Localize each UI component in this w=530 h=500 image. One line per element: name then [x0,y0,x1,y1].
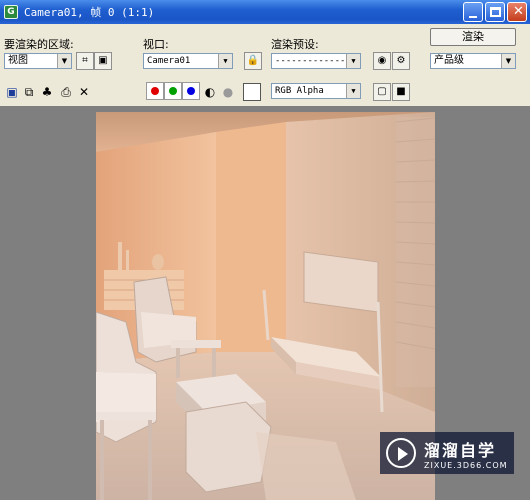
print-icon[interactable]: ⎙ [58,84,74,100]
maximize-icon [490,7,501,17]
edit-region-icon: ⌗ [82,55,88,66]
close-icon: ✕ [513,4,524,19]
red-channel-toggle[interactable] [146,82,164,100]
minimize-button[interactable] [463,2,483,22]
image-toolbar: ▣ ⧉ ♣ ⎙ ✕ ◐ ● RGB Alpha ▼ ▢ ■ [0,81,530,103]
monochrome-icon[interactable]: ● [220,84,236,100]
render-settings-panel: 要渲染的区域: 视图 ▼ ⌗ ▣ 视口: Camera01 ▼ 🔒 渲染预设: … [0,24,530,106]
chevron-down-icon: ▼ [501,54,515,68]
blue-channel-toggle[interactable] [182,82,200,100]
chevron-down-icon: ▼ [346,84,360,98]
play-logo-icon [386,438,416,468]
teapot-icon: ◉ [377,55,387,66]
alpha-channel-icon[interactable]: ◐ [202,84,218,100]
quality-select-value: 产品级 [434,55,464,66]
3dsmax-icon: G [4,5,18,19]
channel-select[interactable]: RGB Alpha ▼ [271,83,361,99]
gear-icon: ⚙ [396,55,406,66]
display-icon: ■ [396,86,406,97]
area-select[interactable]: 视图 ▼ [4,53,72,69]
quality-select[interactable]: 产品级 ▼ [430,53,516,69]
area-select-value: 视图 [8,55,28,66]
edit-region-button[interactable]: ⌗ [76,52,94,70]
lock-icon: 🔒 [246,55,260,66]
render-setup-button[interactable]: ◉ [373,52,391,70]
chevron-down-icon: ▼ [346,54,360,68]
preset-label: 渲染预设: [271,38,319,51]
chevron-down-icon: ▼ [57,54,71,68]
viewport-label: 视口: [143,38,169,51]
copy-icon[interactable]: ⧉ [21,84,37,100]
close-button[interactable]: ✕ [507,2,527,22]
maximize-button[interactable] [485,2,505,22]
title-bar: G Camera01, 帧 0 (1:1) ✕ [0,0,530,24]
area-label: 要渲染的区域: [4,38,74,51]
watermark: 溜溜自学 ZIXUE.3D66.COM [380,432,514,474]
green-channel-toggle[interactable] [164,82,182,100]
render-button[interactable]: 渲染 [430,28,516,46]
auto-region-icon: ▣ [98,55,108,66]
watermark-name: 溜溜自学 [424,440,497,460]
channel-select-value: RGB Alpha [275,86,324,96]
clear-icon[interactable]: ✕ [76,84,92,100]
environment-button[interactable]: ⚙ [392,52,410,70]
viewport-select-value: Camera01 [147,56,191,66]
auto-region-button[interactable]: ▣ [94,52,112,70]
viewport-select[interactable]: Camera01 ▼ [143,53,233,69]
green-dot-icon [169,87,177,95]
watermark-url: ZIXUE.3D66.COM [424,460,508,470]
red-dot-icon [151,87,159,95]
color-swatch[interactable] [243,83,261,101]
save-icon[interactable]: ▣ [4,84,20,100]
blue-dot-icon [187,87,195,95]
lock-viewport-button[interactable]: 🔒 [244,52,262,70]
chevron-down-icon: ▼ [218,54,232,68]
overlay-icon: ▢ [377,86,387,97]
clone-icon[interactable]: ♣ [39,84,55,100]
toggle-ui-button[interactable]: ■ [392,83,410,101]
toggle-ui-overlay-button[interactable]: ▢ [373,83,391,101]
minimize-icon [469,16,477,18]
preset-select[interactable]: -------------------- ▼ [271,53,361,69]
window-title: Camera01, 帧 0 (1:1) [24,6,155,19]
